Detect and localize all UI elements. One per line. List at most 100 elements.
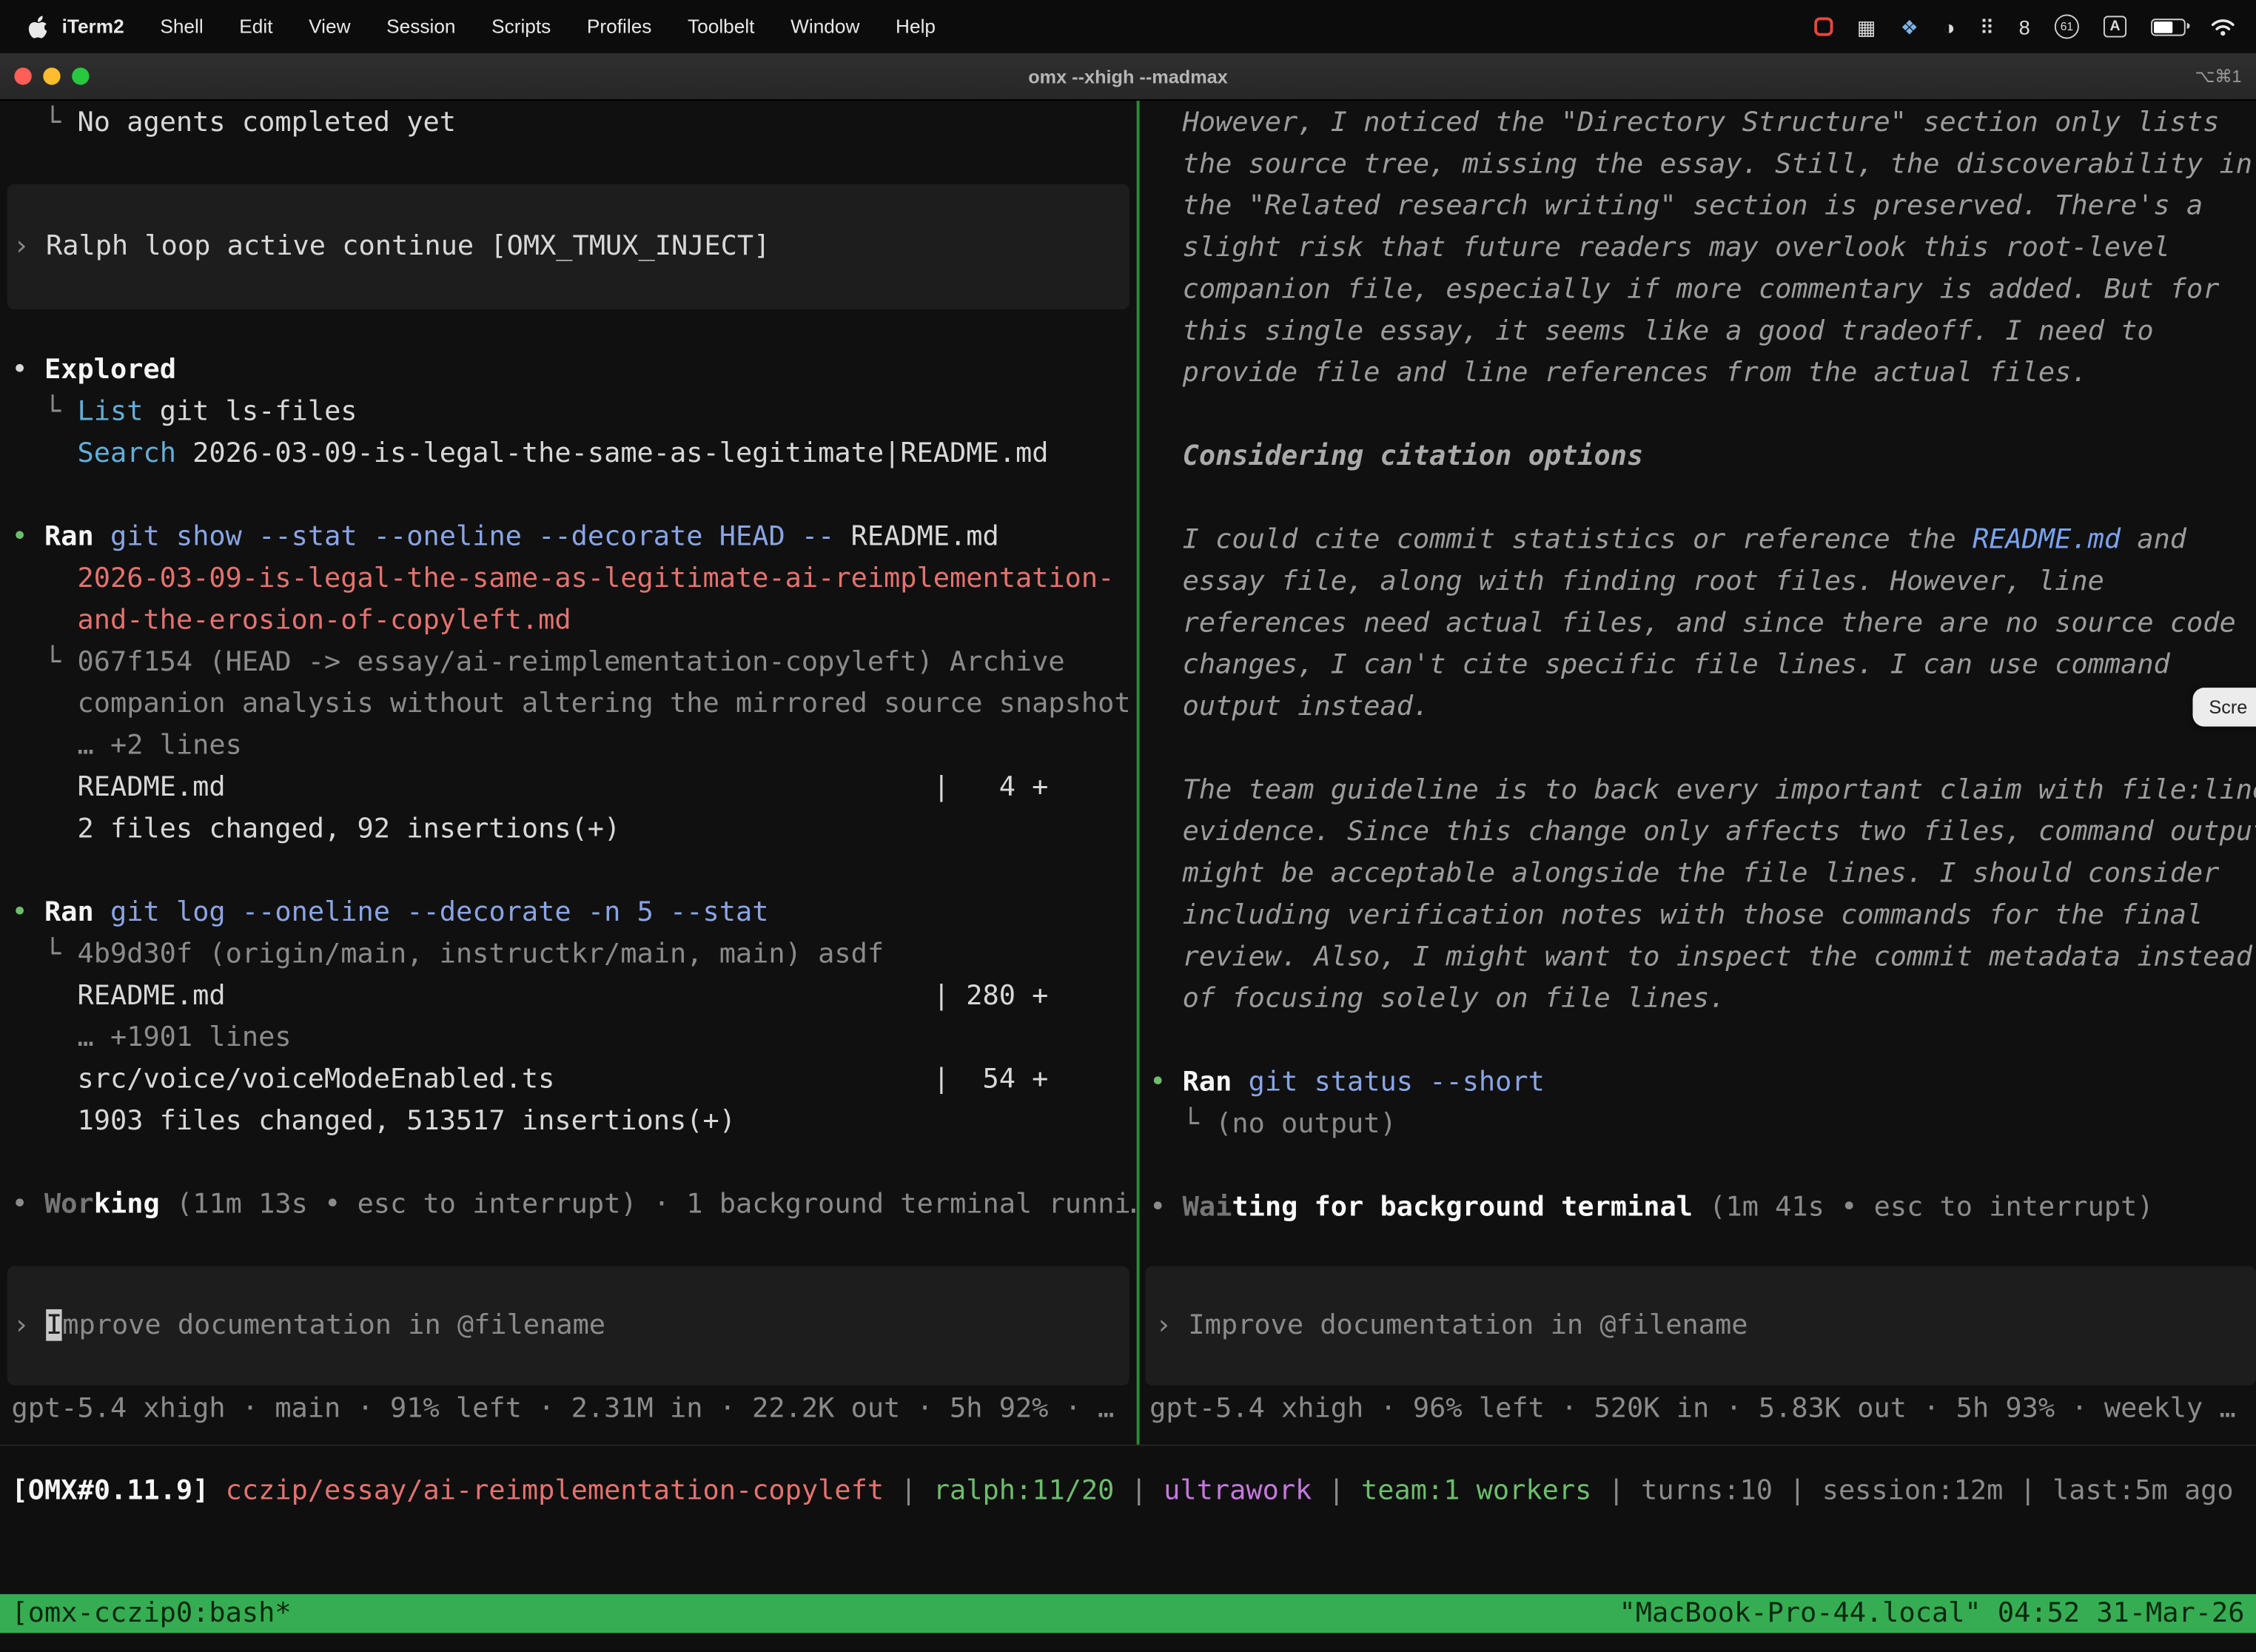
text-segment: mprove documentation in @filename (62, 1309, 605, 1341)
terminal-line: However, I noticed the "Directory Struct… (1140, 102, 2256, 144)
apple-menu-icon[interactable] (26, 14, 47, 38)
terminal-line: of focusing solely on file lines. (1140, 978, 2256, 1020)
text-segment: slight risk that future readers may over… (1149, 232, 2170, 263)
terminal-line: 1903 files changed, 513517 insertions(+) (0, 1101, 1137, 1142)
menu-session[interactable]: Session (386, 16, 455, 37)
menubar-menus: iTerm2 Shell Edit View Session Scripts Profile… (62, 16, 936, 37)
text-segment: README.md (1973, 524, 2121, 556)
text-segment: Ran (1183, 1066, 1232, 1098)
menubar-status-icons: ▦ ❖ ◑ ⠿ 8 61 A (1814, 14, 2236, 38)
text-segment: List (78, 396, 144, 428)
text-segment: and-the-erosion-of-copyleft.md (12, 604, 571, 636)
text-segment: provide file and line references from th… (1149, 357, 2087, 389)
menu-shell[interactable]: Shell (160, 16, 203, 37)
text-segment: | (1114, 1474, 1164, 1506)
titlebar[interactable]: omx --xhigh --madmax ⌥⌘1 (0, 53, 2256, 101)
menu-edit[interactable]: Edit (239, 16, 272, 37)
half-circle-icon[interactable]: ◑ (1943, 16, 1955, 36)
text-segment: 2026-03-09-is-legal-the-same-as-legitima… (176, 437, 1049, 469)
tmux-session-label: [omx-cczip0:bash* (0, 1594, 292, 1633)
omx-status-bar: [OMX#0.11.9] cczip/essay/ai-reimplementa… (0, 1446, 2256, 1512)
text-segment: | (1312, 1474, 1361, 1506)
agents-status-line: └ No agents completed yet (0, 102, 1137, 144)
ran-git-log: • Ran git log --oneline --decorate -n 5 … (0, 892, 1137, 933)
text-segment: the source tree, missing the essay. Stil… (1149, 148, 2252, 180)
dots-grid-icon[interactable]: ⠿ (1980, 16, 1995, 36)
text-segment: └ (no output) (1149, 1108, 1397, 1140)
text-segment: output instead. (1149, 691, 1429, 722)
text-segment: › (1155, 1309, 1188, 1341)
text-segment: · 1 background terminal runni… (637, 1189, 1137, 1220)
text-segment: └ (12, 107, 78, 138)
terminal-line: └ (no output) (1140, 1104, 2256, 1145)
input-source-icon[interactable]: A (2104, 16, 2126, 37)
text-segment: last:5m ago (2052, 1474, 2234, 1506)
text-segment: gpt-5.4 xhigh · 96% left · 520K in · 5.8… (1149, 1393, 2236, 1425)
text-segment: session:12m (1822, 1474, 2004, 1506)
spark-icon[interactable]: ❖ (1901, 16, 1918, 36)
terminal-line: 2 files changed, 92 insertions(+) (0, 808, 1137, 850)
screen-record-icon[interactable] (1814, 17, 1833, 36)
menu-scripts[interactable]: Scripts (491, 16, 551, 37)
text-segment: git status --short (1232, 1066, 1544, 1098)
text-segment: (1m 41s • esc to interrupt) (1693, 1192, 2154, 1223)
text-segment: Search (78, 437, 176, 469)
prompt-input-left[interactable]: › Improve documentation in @filename (7, 1266, 1129, 1386)
text-segment: evidence. Since this change only affects… (1149, 816, 2256, 847)
text-segment (12, 437, 78, 469)
text-segment: └ (12, 396, 78, 428)
terminal-line: 2026-03-09-is-legal-the-same-as-legitima… (0, 558, 1137, 600)
terminal-line: and-the-erosion-of-copyleft.md (0, 600, 1137, 642)
left-terminal-pane[interactable]: └ No agents completed yet › Ralph loop a… (0, 101, 1137, 1445)
text-segment: Ran (44, 896, 94, 928)
screen: iTerm2 Shell Edit View Session Scripts Profile… (0, 0, 2256, 1652)
text-segment: [OMX#0.11.9] (12, 1474, 226, 1506)
screen-share-button[interactable]: Scre (2193, 688, 2256, 726)
terminal-line: I could cite commit statistics or refere… (1140, 520, 2256, 561)
numeral-icon[interactable]: 8 (2019, 16, 2030, 36)
terminal-line: this single essay, it seems like a good … (1140, 311, 2256, 352)
text-segment: └ 067f154 (HEAD -> essay/ai-reimplementa… (12, 646, 1065, 678)
terminal-line: src/voice/voiceModeEnabled.ts | 54 + (0, 1059, 1137, 1101)
menu-window[interactable]: Window (790, 16, 859, 37)
terminal-line: might be acceptable alongside the file l… (1140, 853, 2256, 895)
terminal-line (1140, 394, 2256, 436)
text-segment: › (13, 230, 45, 262)
prompt-line: › Improve documentation in @filename (1145, 1305, 2256, 1346)
menu-profiles[interactable]: Profiles (587, 16, 652, 37)
terminal-line: The team guideline is to back every impo… (1140, 770, 2256, 811)
wifi-icon[interactable] (2210, 16, 2236, 36)
text-segment: king (94, 1189, 160, 1220)
text-segment: Considering citation options (1149, 440, 1643, 472)
text-segment: git show --stat --oneline --decorate HEA… (94, 521, 851, 553)
terminal-line (0, 1142, 1137, 1183)
ralph-loop-line: › Ralph loop active continue [OMX_TMUX_I… (7, 226, 1129, 267)
window-title: omx --xhigh --madmax (0, 65, 2256, 87)
prompt-line: › Improve documentation in @filename (7, 1305, 1129, 1346)
text-segment: might be acceptable alongside the file l… (1149, 858, 2219, 890)
text-segment: including verification notes with those … (1149, 899, 2203, 931)
battery-percent-icon[interactable]: 61 (2055, 14, 2079, 38)
text-segment: • (12, 521, 44, 553)
terminal-line: slight risk that future readers may over… (1140, 227, 2256, 269)
terminal-line: evidence. Since this change only affects… (1140, 811, 2256, 853)
text-segment: | (1773, 1474, 1822, 1506)
menu-toolbelt[interactable]: Toolbelt (688, 16, 754, 37)
terminal-line: the "Related research writing" section i… (1140, 186, 2256, 227)
battery-icon[interactable] (2151, 18, 2186, 35)
menu-view[interactable]: View (309, 16, 350, 37)
menu-help[interactable]: Help (896, 16, 936, 37)
terminal-line (1140, 1020, 2256, 1061)
text-segment: turns:10 (1641, 1474, 1773, 1506)
window-grid-icon[interactable]: ▦ (1857, 16, 1876, 36)
prompt-input-right[interactable]: › Improve documentation in @filename (1145, 1266, 2256, 1386)
battery-fill (2154, 21, 2173, 33)
terminal-line: └ List git ls-files (0, 392, 1137, 433)
text-segment: 2026-03-09-is-legal-the-same-as-legitima… (12, 563, 1115, 594)
terminal-line: README.md | 280 + (0, 976, 1137, 1017)
text-segment: git log --oneline --decorate -n 5 --stat (94, 896, 769, 928)
right-terminal-pane[interactable]: However, I noticed the "Directory Struct… (1140, 101, 2256, 1445)
terminal-panes: └ No agents completed yet › Ralph loop a… (0, 101, 2256, 1446)
menu-iterm2[interactable]: iTerm2 (62, 16, 124, 37)
text-segment: I could cite commit statistics or refere… (1149, 524, 1973, 556)
